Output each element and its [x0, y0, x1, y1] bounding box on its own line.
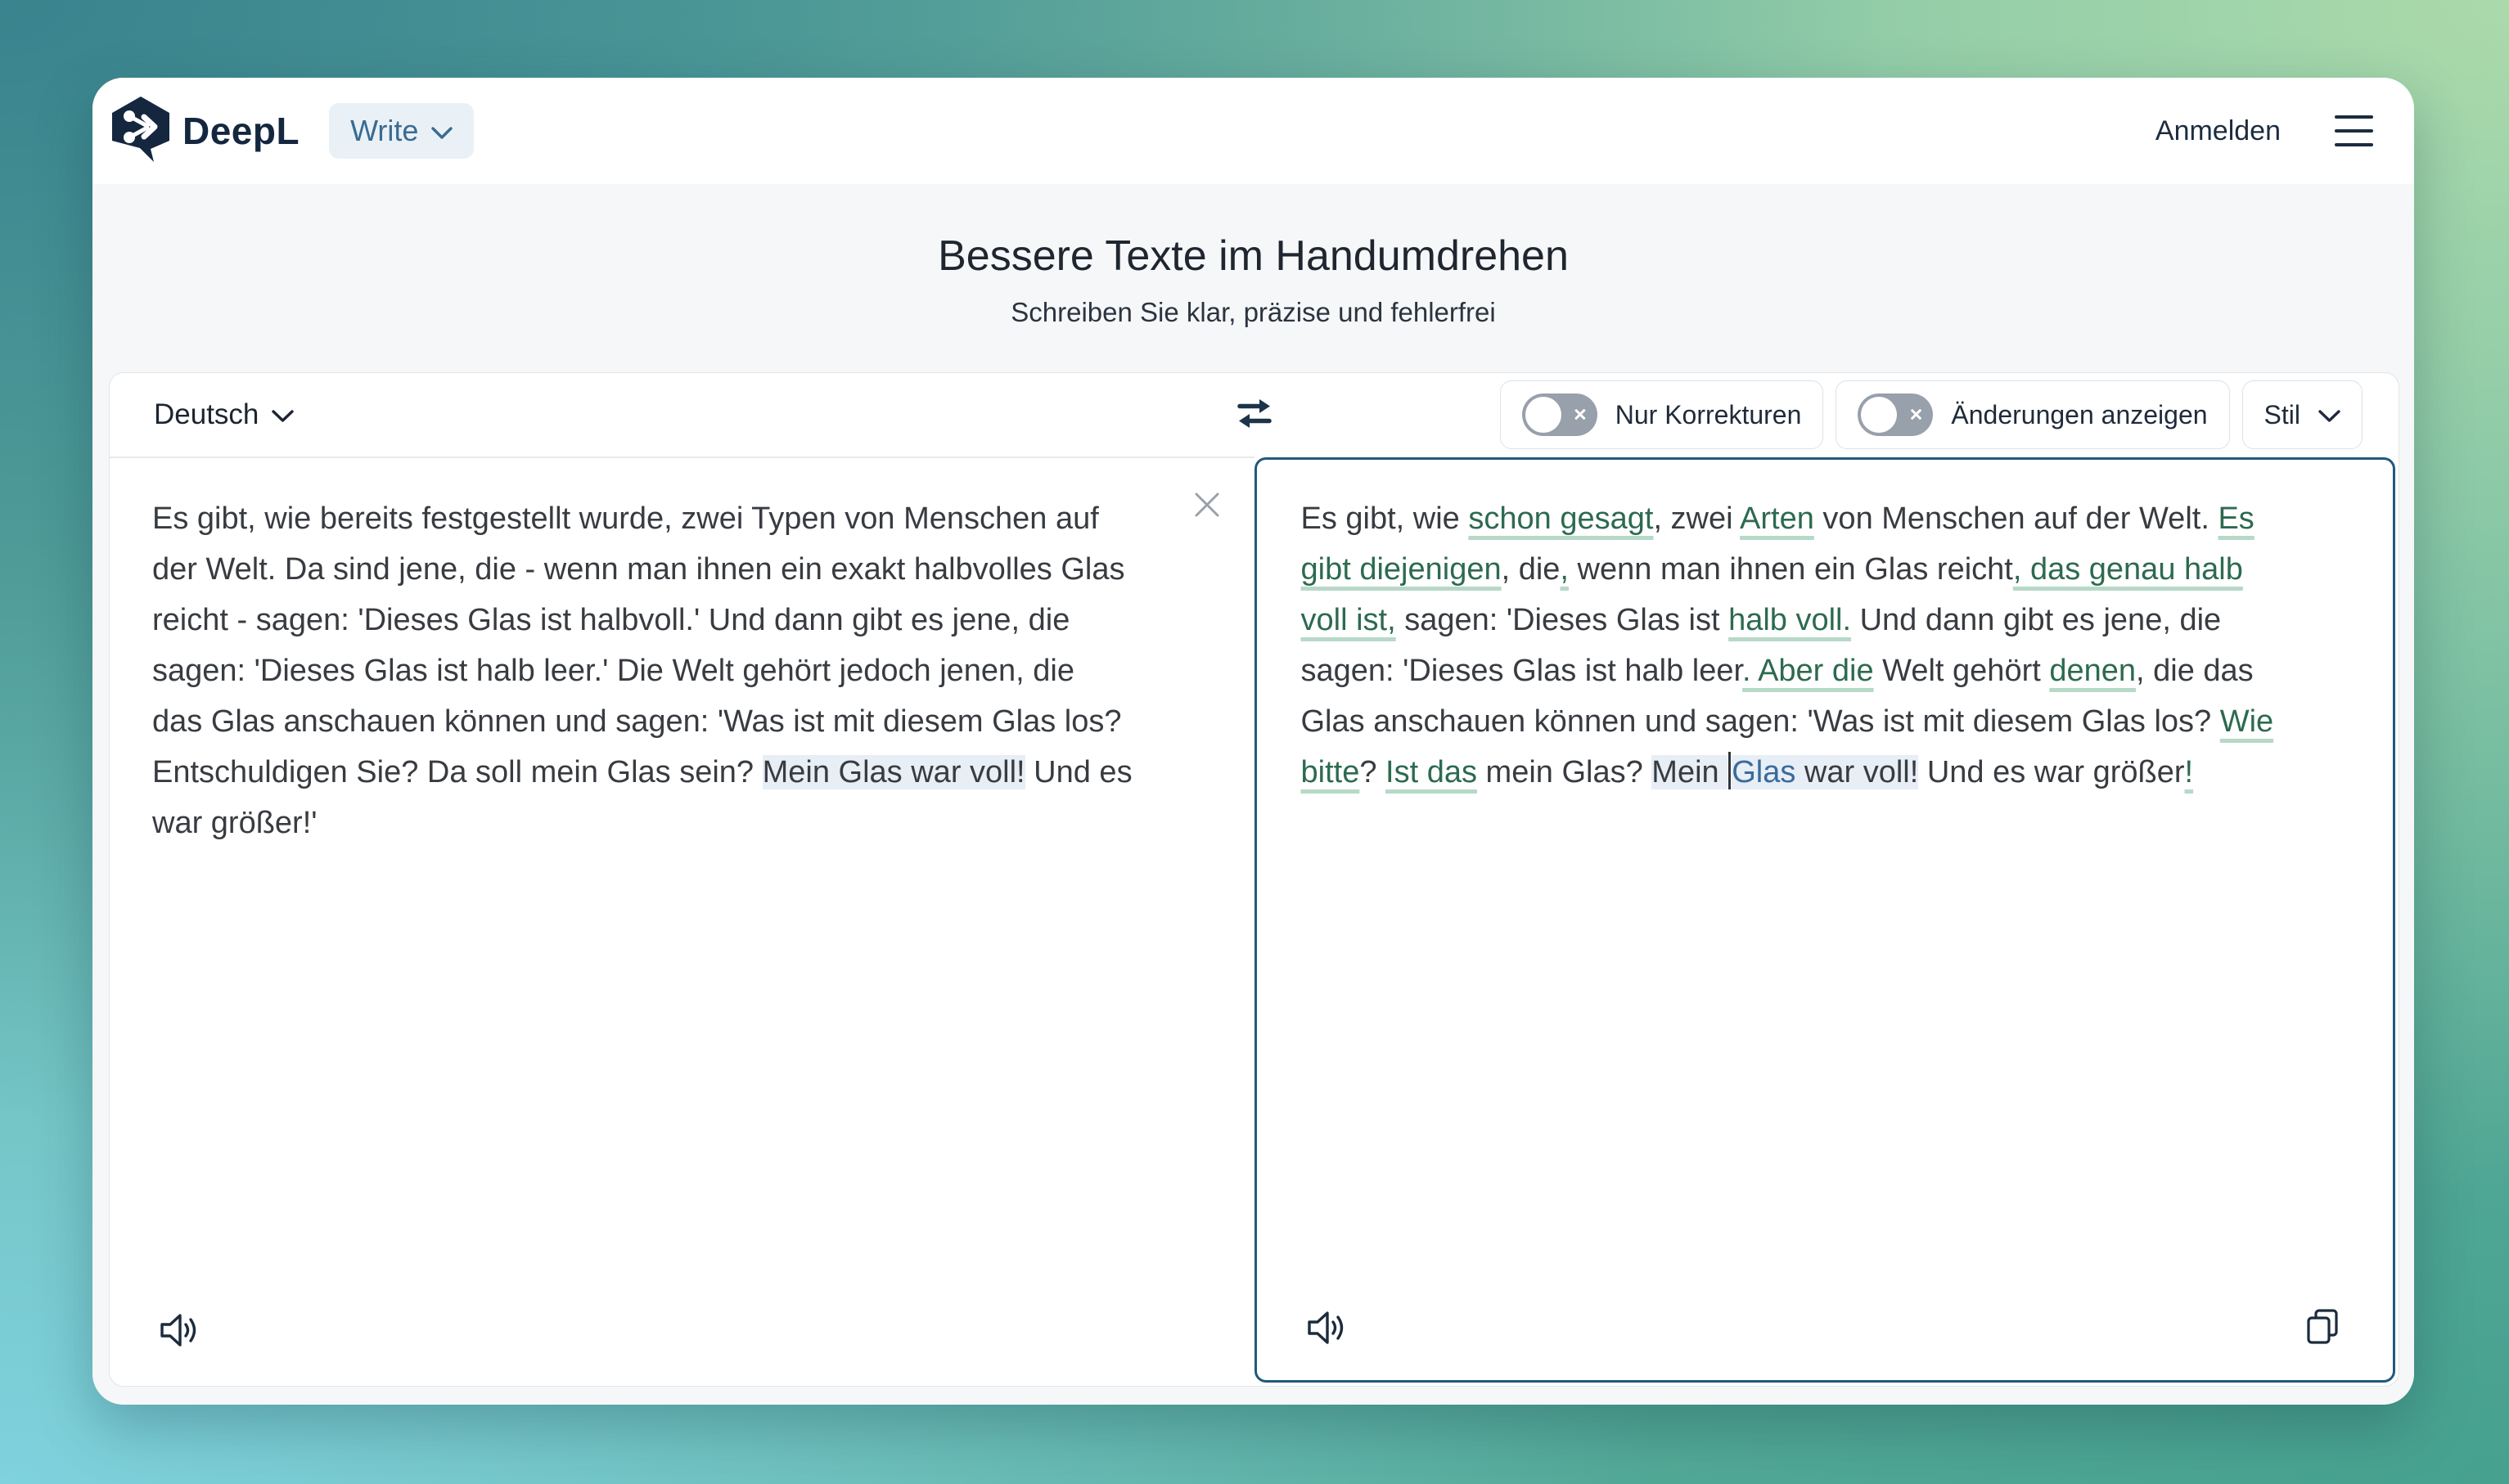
chevron-down-icon [431, 114, 453, 148]
product-menu-write[interactable]: Write [329, 103, 474, 159]
speaker-icon [159, 1339, 200, 1351]
chevron-down-icon [2318, 400, 2340, 430]
deepl-logo-icon [109, 96, 173, 167]
style-selector[interactable]: Stil [2242, 380, 2363, 449]
result-panel: Es gibt, wie schon gesagt, zwei Arten vo… [1254, 457, 2396, 1383]
toggle-corrections-only[interactable]: × Nur Korrekturen [1500, 380, 1824, 449]
language-label: Deutsch [154, 398, 259, 431]
chevron-down-icon [272, 398, 294, 431]
swap-arrows-icon [1236, 421, 1273, 434]
source-text-input[interactable]: Es gibt, wie bereits festgestellt wurde,… [152, 493, 1241, 848]
clear-source-button[interactable] [1187, 485, 1227, 527]
style-label: Stil [2264, 400, 2300, 430]
page-subtitle: Schreiben Sie klar, präzise und fehlerfr… [92, 297, 2414, 328]
speaker-icon [1306, 1337, 1347, 1349]
signin-link[interactable]: Anmelden [2155, 115, 2281, 147]
toggle-off-icon: × [1858, 393, 1933, 436]
page-title: Bessere Texte im Handumdrehen [92, 232, 2414, 281]
close-icon [1192, 510, 1222, 522]
result-text-area[interactable]: Es gibt, wie schon gesagt, zwei Arten vo… [1301, 493, 2385, 798]
header: DeepL Write Anmelden [92, 78, 2414, 184]
hero-section: Bessere Texte im Handumdrehen Schreiben … [92, 184, 2414, 1405]
toggle-off-icon: × [1522, 393, 1597, 436]
copy-result-button[interactable] [2300, 1302, 2345, 1354]
brand-name: DeepL [182, 109, 300, 153]
language-selector[interactable]: Deutsch [154, 398, 294, 431]
toggle-show-changes[interactable]: × Änderungen anzeigen [1836, 380, 2229, 449]
copy-icon [2304, 1337, 2340, 1349]
editor-toolbar: Deutsch [110, 373, 2399, 456]
source-panel: Es gibt, wie bereits festgestellt wurde,… [110, 457, 1254, 1383]
menu-icon[interactable] [2333, 110, 2375, 151]
toggle-show-changes-label: Änderungen anzeigen [1951, 400, 2207, 430]
result-listen-button[interactable] [1301, 1304, 1352, 1354]
swap-texts-button[interactable] [1229, 390, 1280, 440]
app-card: DeepL Write Anmelden Bessere Texte im Ha… [92, 78, 2414, 1405]
source-listen-button[interactable] [154, 1306, 205, 1356]
brand[interactable]: DeepL [109, 96, 300, 167]
product-menu-label: Write [350, 114, 418, 148]
toggle-corrections-label: Nur Korrekturen [1615, 400, 1802, 430]
editor-workspace: Deutsch [109, 372, 2399, 1387]
